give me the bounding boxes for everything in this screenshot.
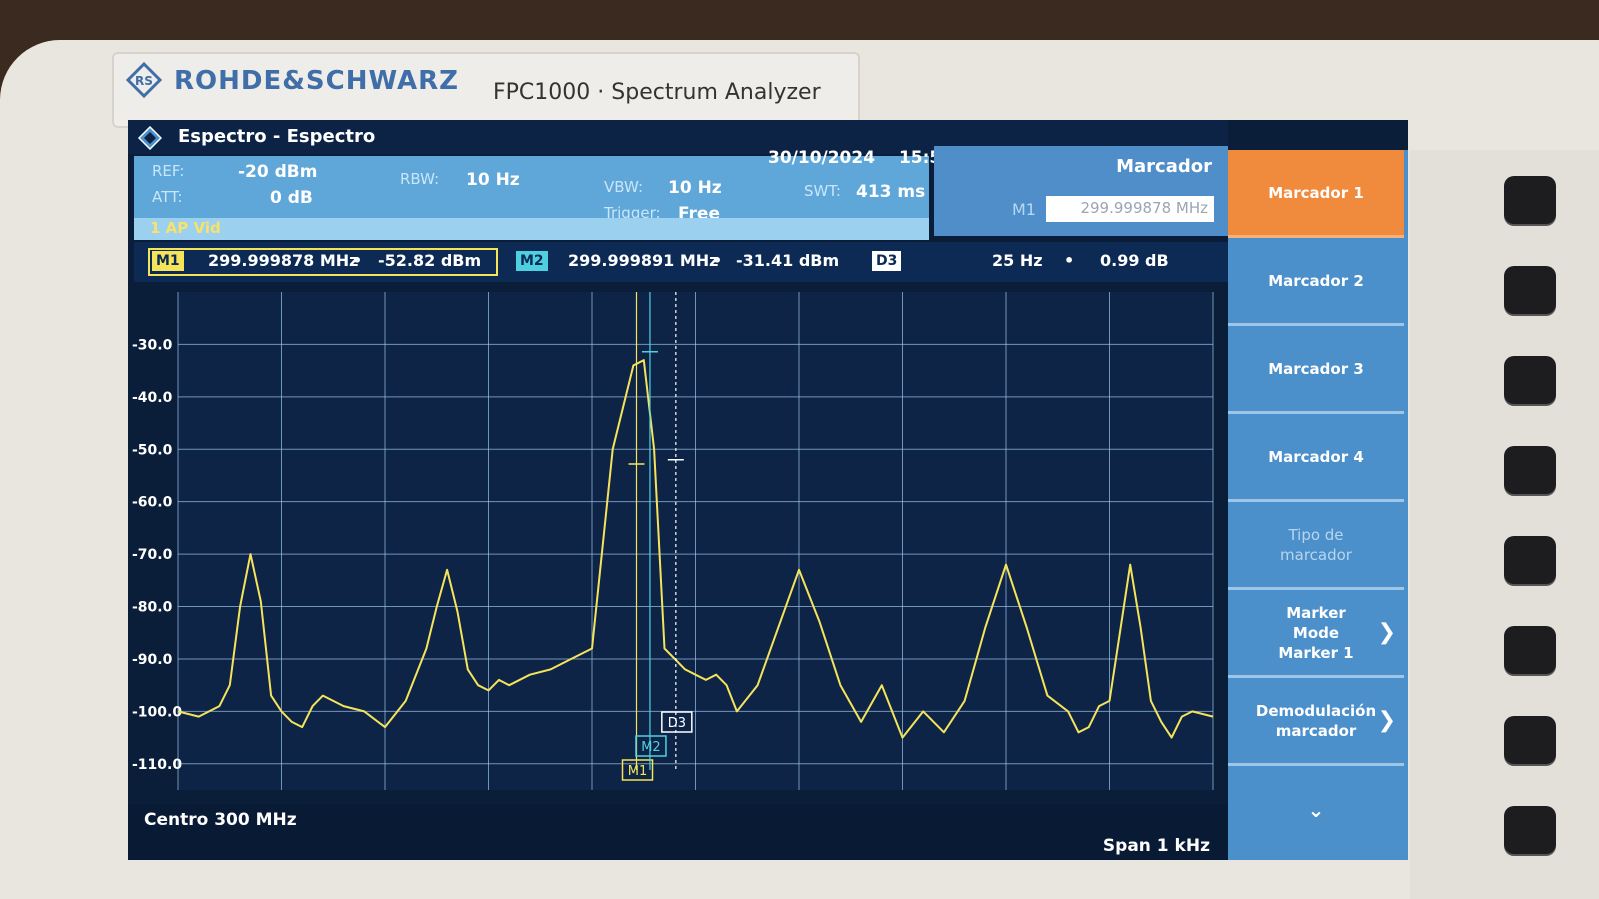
model-separator: · [597, 80, 605, 105]
d3-tag: D3 [872, 251, 902, 271]
y-tick-label: -60.0 [132, 495, 173, 511]
analyzer-screen: Espectro - Espectro REF: -20 dBm ATT: 0 … [128, 120, 1408, 860]
hardware-softkey-4[interactable] [1504, 446, 1556, 494]
trace-label: 1 AP Vid [150, 219, 221, 237]
rbw-label: RBW: [400, 170, 440, 188]
swt-label: SWT: [804, 182, 841, 200]
softkey-marcador-1-label: Marcador 1 [1268, 183, 1364, 202]
rohde-schwarz-logo-icon: RS [126, 62, 162, 98]
y-tick-label: -80.0 [132, 600, 173, 616]
m1-frequency: 299.999878 MHz [208, 251, 359, 270]
brand-name: ROHDE&SCHWARZ [174, 66, 459, 96]
marker-flag-label: M1 [628, 764, 648, 779]
ref-value: -20 dBm [238, 162, 318, 182]
softkey-tipo-de-marcador[interactable]: Tipo de marcador [1228, 502, 1404, 590]
y-tick-label: -90.0 [132, 652, 173, 668]
m2-frequency: 299.999891 MHz [568, 251, 719, 270]
plot-footer: Centro 300 MHz Span 1 kHz [128, 804, 1228, 860]
m1-level: -52.82 dBm [378, 251, 482, 270]
marker-panel-title: Marcador [1116, 156, 1212, 177]
softkey-demodulacion[interactable]: Demodulación marcador ❯ [1228, 678, 1404, 766]
app-title: Espectro - Espectro [178, 126, 376, 147]
date: 30/10/2024 [768, 148, 876, 168]
hardware-softkey-1[interactable] [1504, 176, 1556, 224]
model-name: FPC1000 [493, 80, 591, 105]
ref-label: REF: [152, 162, 185, 180]
spectrum-plot[interactable]: -30.0 -40.0 -50.0 -60.0 -70.0 -80.0 -90.0 -100.… [128, 284, 1228, 804]
m2-tag: M2 [516, 251, 548, 271]
m2-level: -31.41 dBm [736, 251, 840, 270]
d3-delta-level: 0.99 dB [1100, 251, 1169, 270]
chevron-right-icon: ❯ [1377, 619, 1396, 645]
span-frequency: Span 1 kHz [1102, 836, 1210, 856]
y-tick-label: -100.0 [132, 704, 182, 720]
y-tick-label: -50.0 [132, 442, 173, 458]
hardware-button-column [1410, 150, 1599, 899]
d3-delta-frequency: 25 Hz [992, 251, 1043, 270]
softkey-marcador-1[interactable]: Marcador 1 [1228, 150, 1404, 238]
att-label: ATT: [152, 188, 183, 206]
marker-flag-label: M2 [641, 740, 661, 755]
hardware-softkey-3[interactable] [1504, 356, 1556, 404]
d3-bullet: • [1064, 251, 1075, 270]
m1-bullet: • [352, 251, 363, 270]
y-tick-label: -70.0 [132, 547, 173, 563]
softkey-marcador-4[interactable]: Marcador 4 [1228, 414, 1404, 502]
device-model: FPC1000 · Spectrum Analyzer [493, 80, 821, 105]
m1-entry-label: M1 [1012, 200, 1036, 219]
softkey-marcador-2[interactable]: Marcador 2 [1228, 238, 1404, 326]
marker-readout: M1 299.999878 MHz • -52.82 dBm M2 299.99… [134, 242, 1228, 282]
att-value: 0 dB [270, 188, 313, 208]
hardware-softkey-7[interactable] [1504, 716, 1556, 764]
chevron-down-icon: ⌄ [1307, 798, 1325, 822]
hardware-softkey-6[interactable] [1504, 626, 1556, 674]
vbw-label: VBW: [604, 178, 644, 196]
trace-bar[interactable]: 1 AP Vid [134, 218, 929, 240]
softkey-marcador-3-label: Marcador 3 [1268, 359, 1364, 378]
softkey-demodulacion-label: Demodulación marcador [1255, 701, 1377, 740]
marker-panel: Marcador M1 299.999878 MHz [934, 146, 1228, 236]
m1-tag: M1 [152, 251, 184, 271]
softkey-more[interactable]: ⌄ [1228, 766, 1404, 854]
y-tick-label: -30.0 [132, 337, 173, 353]
m2-bullet: • [712, 251, 723, 270]
device-type: Spectrum Analyzer [611, 80, 821, 105]
svg-text:RS: RS [135, 74, 153, 88]
y-tick-label: -110.0 [132, 757, 182, 773]
swt-value: 413 ms [856, 182, 926, 202]
marker-flag-label: D3 [668, 716, 686, 731]
hardware-softkey-2[interactable] [1504, 266, 1556, 314]
hardware-softkey-5[interactable] [1504, 536, 1556, 584]
vbw-value: 10 Hz [668, 178, 722, 198]
softkey-menu: Marcador 1 Marcador 2 Marcador 3 Marcado… [1228, 150, 1408, 860]
softkey-marker-mode[interactable]: Marker Mode Marker 1 ❯ [1228, 590, 1404, 678]
rbw-value: 10 Hz [466, 170, 520, 190]
softkey-marcador-2-label: Marcador 2 [1268, 271, 1364, 290]
m1-frequency-input[interactable]: 299.999878 MHz [1046, 196, 1214, 222]
center-frequency: Centro 300 MHz [144, 810, 297, 830]
app-logo-icon [138, 126, 162, 150]
softkey-marker-mode-label: Marker Mode Marker 1 [1278, 603, 1354, 662]
hardware-softkey-8[interactable] [1504, 806, 1556, 854]
y-tick-label: -40.0 [132, 390, 173, 406]
softkey-marcador-3[interactable]: Marcador 3 [1228, 326, 1404, 414]
softkey-marcador-4-label: Marcador 4 [1268, 447, 1364, 466]
softkey-tipo-label: Tipo de marcador [1280, 525, 1352, 564]
chevron-right-icon: ❯ [1377, 707, 1396, 733]
